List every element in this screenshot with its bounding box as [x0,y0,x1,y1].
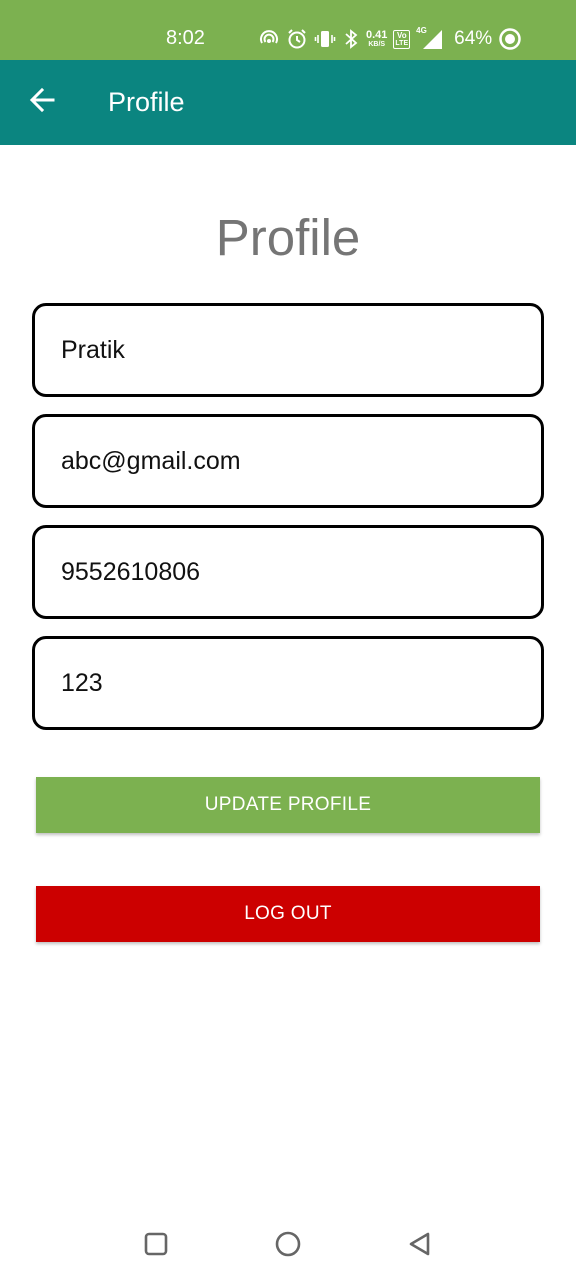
phone-field[interactable]: 9552610806 [32,525,544,619]
back-nav-button[interactable] [400,1226,440,1266]
system-nav-bar [0,1210,576,1280]
status-time: 8:02 [166,27,205,49]
vibrate-icon [314,28,336,50]
status-icons: 0.41 KB/S Vo LTE 4G 64% [258,26,522,52]
bluetooth-icon [342,28,360,50]
hotspot-icon [258,28,280,50]
speed-unit: KB/S [368,40,386,48]
app-bar-title: Profile [108,87,185,117]
volte-bottom: LTE [395,39,409,47]
password-field[interactable]: 123 [32,636,544,730]
home-button[interactable] [268,1226,308,1266]
arrow-left-icon [28,86,56,119]
page-heading: Profile [215,209,361,266]
battery-icon [498,27,522,51]
network-type: 4G [416,26,427,35]
name-field[interactable]: Pratik [32,303,544,397]
signal-icon: 4G [416,26,444,50]
speed-value: 0.41 [366,28,388,41]
logout-button[interactable]: LOG OUT [36,886,540,942]
back-button[interactable] [20,80,64,124]
recents-button[interactable] [136,1226,176,1266]
status-bar: 8:02 0.41 KB/S Vo LTE 4G 64% [0,0,576,60]
battery-percent: 64% [454,28,493,49]
square-icon [143,1231,169,1262]
update-profile-button[interactable]: UPDATE PROFILE [36,777,540,833]
network-speed: 0.41 KB/S [366,28,388,49]
volte-badge: Vo LTE [393,29,411,49]
volte-top: Vo [396,30,407,40]
app-bar: Profile [0,60,576,145]
triangle-back-icon [407,1231,433,1262]
alarm-icon [286,28,308,50]
circle-icon [274,1230,302,1263]
email-field[interactable]: abc@gmail.com [32,414,544,508]
